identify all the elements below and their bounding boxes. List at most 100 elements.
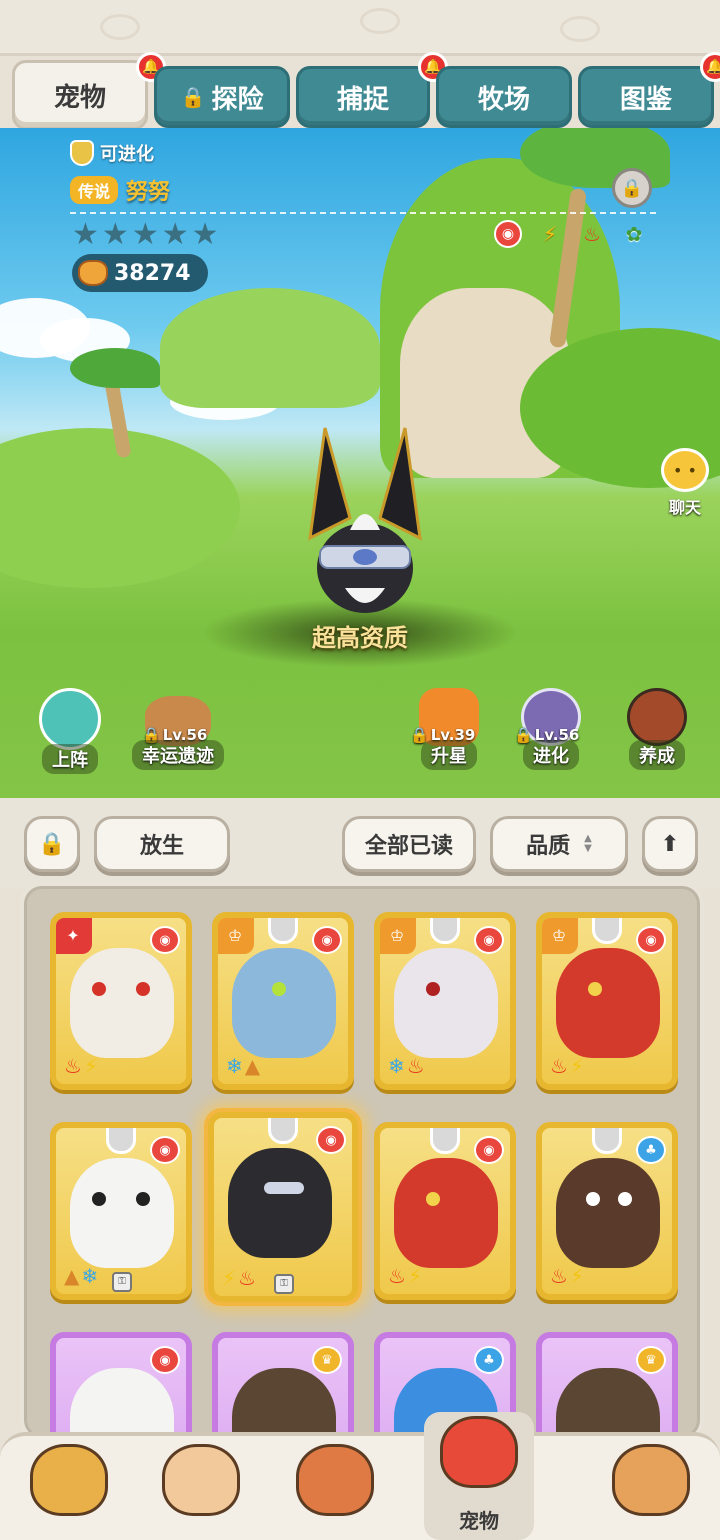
tab-ranch-label: 牧场 bbox=[477, 84, 530, 115]
train-button[interactable]: 养成 bbox=[612, 688, 702, 770]
fire-icon: ♨ bbox=[550, 1054, 568, 1078]
pet-portrait bbox=[70, 1158, 174, 1268]
bolt-icon: ⚡ bbox=[569, 1054, 584, 1078]
pet-grid: ✦ ◉ ♨⚡ ♔ ◉ ❄▲ ♔ ◉ ❄♨ ♔ ◉ ♨⚡ ◉ ▲❄ ⚿ bbox=[20, 882, 704, 1510]
pet-eyes bbox=[578, 1192, 638, 1206]
shield-icon bbox=[268, 918, 298, 944]
pet-card[interactable]: ♔ ◉ ❄ ▲ bbox=[212, 912, 354, 1090]
pet-portrait bbox=[556, 948, 660, 1058]
nav-item-warrior[interactable] bbox=[280, 1444, 390, 1540]
pet-portrait bbox=[70, 948, 174, 1058]
pet-name[interactable]: 努努 bbox=[126, 174, 170, 206]
pet-card[interactable]: ♔ ◉ ♨ ⚡ bbox=[536, 912, 678, 1090]
nav-item-tribe[interactable] bbox=[14, 1444, 124, 1540]
power-badge: 38274 bbox=[72, 254, 208, 292]
paw-type-icon: ◉ bbox=[312, 926, 342, 954]
water-type-icon: ♣ bbox=[636, 1136, 666, 1164]
chef-badge-icon: ♔ bbox=[380, 918, 416, 954]
bottom-nav: 宠物 bbox=[0, 1412, 720, 1540]
decor-swirl bbox=[360, 8, 400, 34]
shield-icon bbox=[268, 1118, 298, 1144]
evolvable-badge: 可进化 bbox=[70, 140, 170, 166]
read-all-button[interactable]: 全部已读 bbox=[342, 816, 476, 872]
pet-portrait bbox=[394, 948, 498, 1058]
snowflake-icon: ❄ bbox=[226, 1054, 243, 1078]
lock-toggle-button[interactable]: 🔒 bbox=[612, 168, 652, 208]
train-label: 养成 bbox=[629, 740, 685, 770]
pet-eyes bbox=[254, 982, 314, 996]
pet-model[interactable] bbox=[290, 418, 440, 628]
pet-portrait bbox=[228, 1148, 332, 1258]
leaf-icon: ✿ bbox=[625, 222, 643, 246]
pet-card[interactable]: ◉ ▲ ❄ ⚿ bbox=[50, 1122, 192, 1300]
element-icons: ♨ ⚡ bbox=[550, 1054, 584, 1078]
release-button[interactable]: 放生 bbox=[94, 816, 230, 872]
evolve-button[interactable]: 🔒 Lv.56 进化 bbox=[506, 688, 596, 770]
quality-label: 超高资质 bbox=[312, 624, 408, 652]
star-up-button[interactable]: 🔒 Lv.39 升星 bbox=[404, 688, 494, 770]
lucky-ruins-button[interactable]: 🔒 Lv.56 幸运遗迹 bbox=[128, 688, 228, 770]
pet-card[interactable]: ✦ ◉ ♨ ⚡ bbox=[50, 912, 192, 1090]
paw-type-icon: ◉ bbox=[150, 1136, 180, 1164]
paw-badge-icon: ✦ bbox=[56, 918, 92, 954]
fire-icon: ♨ bbox=[583, 222, 601, 246]
ruins-label: 幸运遗迹 bbox=[132, 740, 224, 770]
pet-type-icons: ◉ ⚡ ♨ ✿ bbox=[494, 220, 648, 248]
fire-icon: ♨ bbox=[406, 1054, 425, 1078]
hero-avatar-icon bbox=[162, 1444, 240, 1516]
pet-name-row: 传说 努努 bbox=[70, 174, 170, 206]
pet-eyes bbox=[250, 1182, 310, 1196]
paw-icon: ◉ bbox=[494, 220, 522, 248]
lock-icon: 🔒 bbox=[38, 831, 66, 857]
tab-ranch[interactable]: 牧场 bbox=[436, 66, 572, 128]
tab-codex[interactable]: 图鉴 bbox=[578, 66, 714, 128]
monster-icon bbox=[612, 1444, 690, 1516]
tab-pets-label: 宠物 bbox=[53, 82, 106, 113]
pet-eyes bbox=[578, 982, 638, 996]
paw-type-icon: ◉ bbox=[474, 1136, 504, 1164]
shield-icon bbox=[592, 918, 622, 944]
sort-label: 品质 bbox=[526, 834, 571, 859]
deploy-button[interactable]: 上阵 bbox=[30, 688, 110, 774]
element-icons: ❄ ▲ bbox=[226, 1054, 260, 1078]
pet-card[interactable]: ♣ ♨ ⚡ bbox=[536, 1122, 678, 1300]
pet-card[interactable]: ♔ ◉ ❄ ♨ bbox=[374, 912, 516, 1090]
tab-explore[interactable]: 🔒 探险 bbox=[154, 66, 290, 128]
top-tab-bar: 宠物 🔔 🔒 探险 捕捉 🔔 牧场 图鉴 🔔 bbox=[0, 52, 720, 130]
upload-button[interactable]: ⬆ bbox=[642, 816, 698, 872]
pet-card[interactable]: ◉ ♨ ⚡ bbox=[374, 1122, 516, 1300]
chef-badge-icon: ♔ bbox=[218, 918, 254, 954]
power-paw-icon bbox=[78, 260, 108, 286]
gold-type-icon: ♛ bbox=[636, 1346, 666, 1374]
lock-icon: 🔒 bbox=[180, 85, 206, 109]
pet-eyes bbox=[92, 982, 152, 996]
star-icon: ★ bbox=[131, 217, 159, 252]
padlock-icon: ⚿ bbox=[112, 1272, 132, 1292]
sort-dropdown[interactable]: 品质 ▲ ▼ bbox=[490, 816, 628, 872]
warrior-icon bbox=[296, 1444, 374, 1516]
star-icon: ★ bbox=[72, 217, 99, 252]
nav-item-monster[interactable] bbox=[596, 1444, 706, 1540]
decor-swirl bbox=[100, 14, 140, 40]
bolt-icon: ⚡ bbox=[222, 1266, 237, 1290]
tab-capture[interactable]: 捕捉 bbox=[296, 66, 430, 128]
chat-button[interactable]: • • 聊天 bbox=[650, 448, 720, 518]
water-type-icon: ♣ bbox=[474, 1346, 504, 1374]
nav-item-hero[interactable] bbox=[146, 1444, 256, 1540]
rooster-icon bbox=[39, 688, 101, 750]
paw-type-icon: ◉ bbox=[150, 1346, 180, 1374]
rock-icon: ▲ bbox=[244, 1054, 261, 1078]
pet-card-selected[interactable]: ◉ ⚡ ♨ ⚿ bbox=[208, 1112, 358, 1302]
nav-item-pets[interactable]: 宠物 bbox=[424, 1412, 534, 1540]
pet-dino-icon bbox=[440, 1416, 518, 1488]
tab-pets[interactable]: 宠物 bbox=[12, 60, 148, 130]
padlock-icon: ⚿ bbox=[274, 1274, 294, 1294]
bolt-icon: ⚡ bbox=[83, 1054, 98, 1078]
tribe-chief-icon bbox=[30, 1444, 108, 1516]
lock-filter-button[interactable]: 🔒 bbox=[24, 816, 80, 872]
element-icons: ♨ ⚡ bbox=[388, 1264, 422, 1288]
element-icons: ♨ ⚡ bbox=[550, 1264, 584, 1288]
element-icons: ❄ ♨ bbox=[388, 1054, 425, 1078]
decor-swirl bbox=[560, 16, 600, 42]
chat-label: 聊天 bbox=[668, 498, 701, 517]
